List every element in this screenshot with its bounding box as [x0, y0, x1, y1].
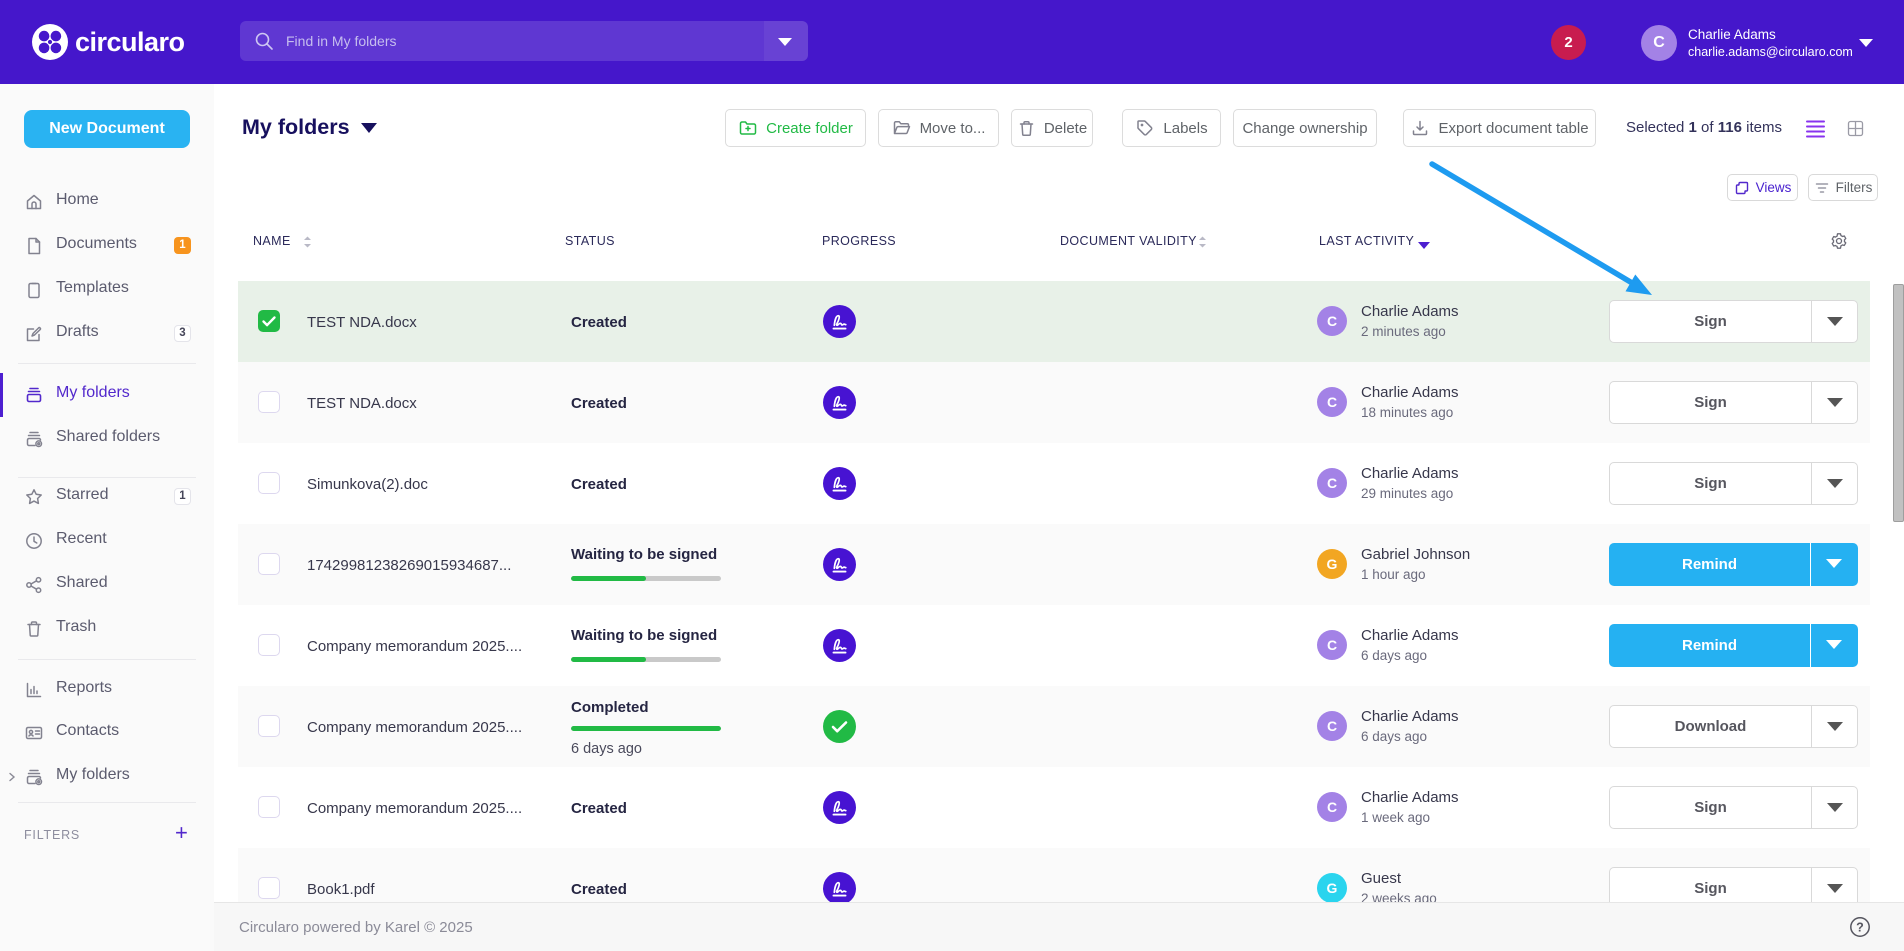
svg-text:?: ?: [1856, 921, 1864, 935]
